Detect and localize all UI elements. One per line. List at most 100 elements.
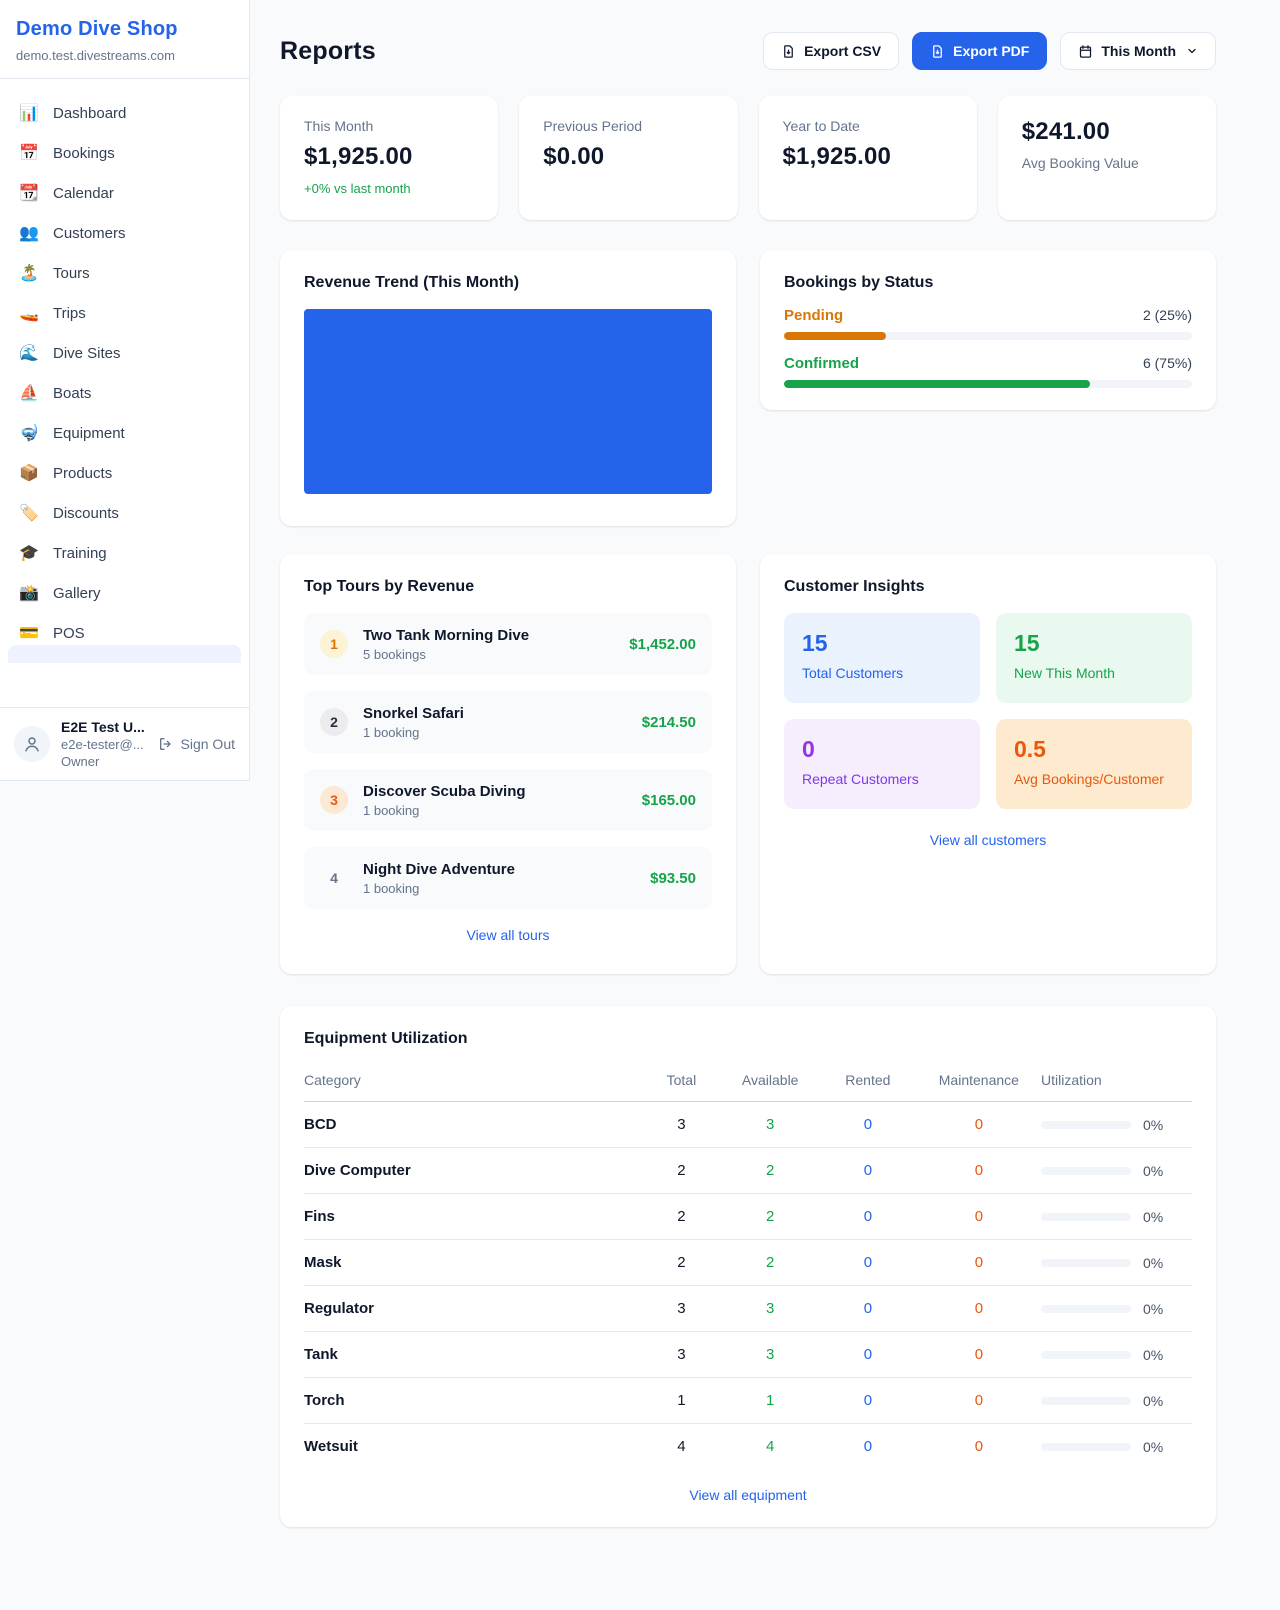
cell-total: 3 bbox=[641, 1286, 721, 1332]
customer-insights-card: Customer Insights 15 Total Customers 15 … bbox=[760, 554, 1216, 974]
sidebar-item-customers[interactable]: 👥 Customers bbox=[8, 213, 241, 253]
export-pdf-label: Export PDF bbox=[953, 43, 1029, 59]
stat-label: Avg Booking Value bbox=[1022, 155, 1192, 171]
sidebar-item-calendar[interactable]: 📆 Calendar bbox=[8, 173, 241, 213]
table-row: Mask 2 2 0 0 0% bbox=[304, 1240, 1192, 1286]
active-nav-pill-partial[interactable] bbox=[8, 645, 241, 663]
bookings-by-status-card: Bookings by Status Pending 2 (25%) Confi… bbox=[760, 250, 1216, 410]
view-all-equipment-link[interactable]: View all equipment bbox=[304, 1487, 1192, 1503]
view-all-customers-link[interactable]: View all customers bbox=[784, 832, 1192, 848]
sidebar-item-bookings[interactable]: 📅 Bookings bbox=[8, 133, 241, 173]
cell-rented: 0 bbox=[819, 1102, 917, 1148]
cell-category: Torch bbox=[304, 1378, 641, 1424]
sign-out-label: Sign Out bbox=[181, 736, 235, 752]
revenue-trend-card: Revenue Trend (This Month) bbox=[280, 250, 736, 526]
tour-name: Snorkel Safari bbox=[363, 705, 627, 722]
trips-speedboat-icon: 🚤 bbox=[18, 303, 40, 323]
stat-card-year-to-date: Year to Date $1,925.00 bbox=[759, 96, 977, 220]
utilization-bar-track bbox=[1041, 1213, 1131, 1221]
tour-amount: $93.50 bbox=[650, 870, 696, 887]
utilization-bar-track bbox=[1041, 1121, 1131, 1129]
progress-track bbox=[784, 380, 1192, 388]
cell-total: 2 bbox=[641, 1240, 721, 1286]
tour-amount: $165.00 bbox=[642, 792, 696, 809]
export-csv-button[interactable]: Export CSV bbox=[763, 32, 899, 70]
camera-icon: 📸 bbox=[18, 583, 40, 603]
tour-bookings: 5 bookings bbox=[363, 647, 614, 662]
insight-tiles: 15 Total Customers 15 New This Month 0 R… bbox=[784, 613, 1192, 809]
sidebar-item-tours[interactable]: 🏝️ Tours bbox=[8, 253, 241, 293]
tour-row[interactable]: 3 Discover Scuba Diving 1 booking $165.0… bbox=[304, 769, 712, 831]
equipment-utilization-title: Equipment Utilization bbox=[304, 1030, 1192, 1048]
shop-name: Demo Dive Shop bbox=[16, 18, 233, 41]
sidebar-item-label: Calendar bbox=[53, 185, 114, 202]
utilization-percent: 0% bbox=[1143, 1347, 1163, 1363]
utilization-bar-track bbox=[1041, 1259, 1131, 1267]
cell-category: BCD bbox=[304, 1102, 641, 1148]
sidebar-nav: 📊 Dashboard 📅 Bookings 📆 Calendar 👥 Cust… bbox=[0, 79, 249, 653]
equipment-table: Category Total Available Rented Maintena… bbox=[304, 1066, 1192, 1469]
tours-island-icon: 🏝️ bbox=[18, 263, 40, 283]
cell-total: 4 bbox=[641, 1424, 721, 1470]
tile-total-customers: 15 Total Customers bbox=[784, 613, 980, 703]
equipment-utilization-card: Equipment Utilization Category Total Ava… bbox=[280, 1006, 1216, 1527]
sign-out-button[interactable]: Sign Out bbox=[158, 736, 235, 752]
sidebar-item-products[interactable]: 📦 Products bbox=[8, 453, 241, 493]
tour-row[interactable]: 2 Snorkel Safari 1 booking $214.50 bbox=[304, 691, 712, 753]
cell-maintenance: 0 bbox=[917, 1102, 1041, 1148]
sidebar-item-label: Equipment bbox=[53, 425, 125, 442]
sidebar-item-discounts[interactable]: 🏷️ Discounts bbox=[8, 493, 241, 533]
sidebar-item-label: Customers bbox=[53, 225, 126, 242]
sidebar-item-gallery[interactable]: 📸 Gallery bbox=[8, 573, 241, 613]
tile-value: 15 bbox=[802, 630, 962, 657]
sidebar-item-training[interactable]: 🎓 Training bbox=[8, 533, 241, 573]
table-row: Wetsuit 4 4 0 0 0% bbox=[304, 1424, 1192, 1470]
tour-row[interactable]: 4 Night Dive Adventure 1 booking $93.50 bbox=[304, 847, 712, 909]
sidebar-item-trips[interactable]: 🚤 Trips bbox=[8, 293, 241, 333]
cell-available: 2 bbox=[721, 1240, 819, 1286]
stat-value: $1,925.00 bbox=[304, 143, 474, 171]
sidebar-item-label: POS bbox=[53, 625, 85, 642]
cell-rented: 0 bbox=[819, 1378, 917, 1424]
period-label: This Month bbox=[1101, 43, 1176, 59]
header-actions: Export CSV Export PDF This Month bbox=[763, 32, 1216, 70]
utilization-percent: 0% bbox=[1143, 1301, 1163, 1317]
export-pdf-button[interactable]: Export PDF bbox=[912, 32, 1047, 70]
tile-label: Avg Bookings/Customer bbox=[1014, 771, 1174, 787]
chevron-down-icon bbox=[1186, 45, 1198, 57]
sidebar-item-label: Bookings bbox=[53, 145, 115, 162]
tour-row[interactable]: 1 Two Tank Morning Dive 5 bookings $1,45… bbox=[304, 613, 712, 675]
cell-rented: 0 bbox=[819, 1240, 917, 1286]
stat-label: Year to Date bbox=[783, 118, 953, 134]
cell-available: 3 bbox=[721, 1286, 819, 1332]
sidebar-item-label: Boats bbox=[53, 385, 91, 402]
sidebar-item-dashboard[interactable]: 📊 Dashboard bbox=[8, 93, 241, 133]
shop-domain: demo.test.divestreams.com bbox=[16, 48, 233, 63]
customers-icon: 👥 bbox=[18, 223, 40, 243]
rank-badge: 2 bbox=[320, 708, 348, 736]
status-row-pending: Pending 2 (25%) bbox=[784, 307, 1192, 340]
sidebar-item-boats[interactable]: ⛵ Boats bbox=[8, 373, 241, 413]
tile-avg-bookings-customer: 0.5 Avg Bookings/Customer bbox=[996, 719, 1192, 809]
cell-category: Mask bbox=[304, 1240, 641, 1286]
cell-available: 2 bbox=[721, 1148, 819, 1194]
stat-value: $0.00 bbox=[543, 143, 713, 171]
cell-maintenance: 0 bbox=[917, 1286, 1041, 1332]
cell-category: Fins bbox=[304, 1194, 641, 1240]
cell-total: 2 bbox=[641, 1148, 721, 1194]
cell-utilization: 0% bbox=[1041, 1286, 1192, 1332]
sidebar-item-equipment[interactable]: 🤿 Equipment bbox=[8, 413, 241, 453]
tile-label: New This Month bbox=[1014, 665, 1174, 681]
stat-card-avg-booking-value: $241.00 Avg Booking Value bbox=[998, 96, 1216, 220]
revenue-trend-title: Revenue Trend (This Month) bbox=[304, 274, 712, 292]
cell-utilization: 0% bbox=[1041, 1332, 1192, 1378]
tour-amount: $1,452.00 bbox=[629, 636, 696, 653]
rank-badge: 4 bbox=[320, 864, 348, 892]
tour-amount: $214.50 bbox=[642, 714, 696, 731]
period-dropdown[interactable]: This Month bbox=[1060, 32, 1216, 70]
stat-delta: +0% vs last month bbox=[304, 181, 474, 196]
status-count: 2 (25%) bbox=[1143, 307, 1192, 323]
view-all-tours-link[interactable]: View all tours bbox=[304, 927, 712, 943]
sidebar-item-dive-sites[interactable]: 🌊 Dive Sites bbox=[8, 333, 241, 373]
stat-card-previous-period: Previous Period $0.00 bbox=[519, 96, 737, 220]
